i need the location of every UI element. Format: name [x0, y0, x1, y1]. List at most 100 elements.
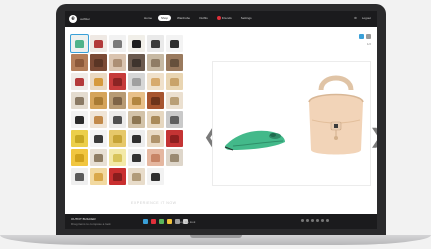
product-thumbnail[interactable]: [128, 130, 145, 147]
product-image: [113, 173, 122, 181]
product-thumbnail[interactable]: [71, 149, 88, 166]
laptop-notch: [190, 235, 242, 238]
product-thumbnail[interactable]: [71, 54, 88, 71]
notification-dot-icon: [216, 16, 221, 21]
product-thumbnail[interactable]: [90, 73, 107, 90]
product-thumbnail[interactable]: [109, 130, 126, 147]
product-thumbnail[interactable]: [70, 34, 89, 53]
product-thumbnail[interactable]: [109, 111, 126, 128]
product-thumbnail[interactable]: [166, 130, 183, 147]
product-thumbnail[interactable]: [71, 111, 88, 128]
nav-item-friends[interactable]: Friends: [214, 15, 235, 21]
nav-item-shop[interactable]: Shop: [158, 15, 172, 22]
laptop-frame: e outfitter Home Shop Wardrobe Outfits F…: [56, 4, 386, 236]
product-thumbnail[interactable]: [128, 111, 145, 128]
nav-item-outfits[interactable]: Outfits: [196, 15, 211, 21]
product-thumbnail[interactable]: [90, 111, 107, 128]
product-thumbnail[interactable]: [109, 54, 126, 71]
product-thumbnail[interactable]: [128, 35, 145, 52]
product-image: [170, 40, 179, 48]
logout-link[interactable]: Logout: [362, 16, 371, 20]
shop-the-look-link[interactable]: Shop the look: [177, 220, 195, 224]
product-image: [132, 40, 141, 48]
nav-item-home[interactable]: Home: [141, 15, 155, 21]
product-image: [94, 97, 103, 105]
product-image: [113, 135, 122, 143]
toolbar-app-icon[interactable]: [159, 219, 164, 224]
product-thumbnail[interactable]: [90, 168, 107, 185]
product-thumbnail[interactable]: [166, 54, 183, 71]
product-image: [151, 116, 160, 124]
gear-icon[interactable]: ⚙: [354, 16, 357, 20]
toolbar-app-icon[interactable]: [151, 219, 156, 224]
product-image: [151, 59, 160, 67]
grid-view-icon[interactable]: [359, 34, 364, 39]
product-image: [75, 97, 84, 105]
toolbar-app-icon[interactable]: [167, 219, 172, 224]
product-thumbnail[interactable]: [147, 111, 164, 128]
product-thumbnail[interactable]: [71, 168, 88, 185]
product-thumbnail[interactable]: [90, 149, 107, 166]
product-thumbnail[interactable]: [109, 149, 126, 166]
prev-arrow-icon[interactable]: ❮: [203, 127, 220, 147]
product-image: [113, 78, 122, 86]
product-thumbnail[interactable]: [147, 130, 164, 147]
preview-toolbar: [359, 34, 371, 39]
product-thumbnail[interactable]: [147, 149, 164, 166]
control-dot-icon[interactable]: [326, 219, 329, 222]
product-thumbnail[interactable]: [109, 35, 126, 52]
product-thumbnail[interactable]: [109, 168, 126, 185]
bottom-controls: [301, 219, 329, 222]
beige-handbag[interactable]: [308, 75, 364, 155]
watermark-text: EXPERIENCE IT NOW: [131, 201, 177, 205]
product-thumbnail[interactable]: [109, 73, 126, 90]
product-image: [75, 154, 84, 162]
product-thumbnail[interactable]: [128, 73, 145, 90]
control-dot-icon[interactable]: [316, 219, 319, 222]
product-image: [170, 97, 179, 105]
outfit-preview-svg: [224, 75, 364, 155]
product-thumbnail[interactable]: [166, 111, 183, 128]
product-thumbnail[interactable]: [90, 35, 107, 52]
product-thumbnail[interactable]: [147, 73, 164, 90]
product-thumbnail[interactable]: [90, 92, 107, 109]
list-view-icon[interactable]: [366, 34, 371, 39]
product-thumbnail[interactable]: [128, 54, 145, 71]
product-thumbnail[interactable]: [71, 92, 88, 109]
app-logo[interactable]: e: [69, 15, 77, 23]
top-right-actions: ⚙ Logout: [354, 16, 371, 20]
product-thumbnail[interactable]: [90, 54, 107, 71]
product-thumbnail[interactable]: [128, 168, 145, 185]
product-thumbnail[interactable]: [128, 92, 145, 109]
product-image: [170, 135, 179, 143]
product-thumbnail[interactable]: [147, 54, 164, 71]
product-thumbnail[interactable]: [147, 35, 164, 52]
product-thumbnail[interactable]: [90, 130, 107, 147]
product-thumbnail[interactable]: [109, 92, 126, 109]
product-thumbnail[interactable]: [71, 130, 88, 147]
product-image: [94, 135, 103, 143]
product-image: [94, 173, 103, 181]
nav-item-settings[interactable]: Settings: [238, 15, 255, 21]
product-thumbnail[interactable]: [147, 168, 164, 185]
product-thumbnail[interactable]: [166, 149, 183, 166]
product-image: [113, 154, 122, 162]
product-image: [75, 116, 84, 124]
green-flat-shoe[interactable]: [224, 130, 285, 151]
product-thumbnail[interactable]: [166, 35, 183, 52]
toolbar-app-icon[interactable]: [143, 219, 148, 224]
product-image: [75, 78, 84, 86]
product-thumbnail[interactable]: [128, 149, 145, 166]
top-nav-bar: e outfitter Home Shop Wardrobe Outfits F…: [65, 11, 377, 27]
control-dot-icon[interactable]: [306, 219, 309, 222]
control-dot-icon[interactable]: [301, 219, 304, 222]
product-thumbnail[interactable]: [147, 92, 164, 109]
product-thumbnail[interactable]: [71, 73, 88, 90]
product-image: [113, 59, 122, 67]
product-thumbnail[interactable]: [166, 73, 183, 90]
control-dot-icon[interactable]: [321, 219, 324, 222]
control-dot-icon[interactable]: [311, 219, 314, 222]
product-image: [94, 78, 103, 86]
nav-item-wardrobe[interactable]: Wardrobe: [174, 15, 193, 21]
product-thumbnail[interactable]: [166, 92, 183, 109]
